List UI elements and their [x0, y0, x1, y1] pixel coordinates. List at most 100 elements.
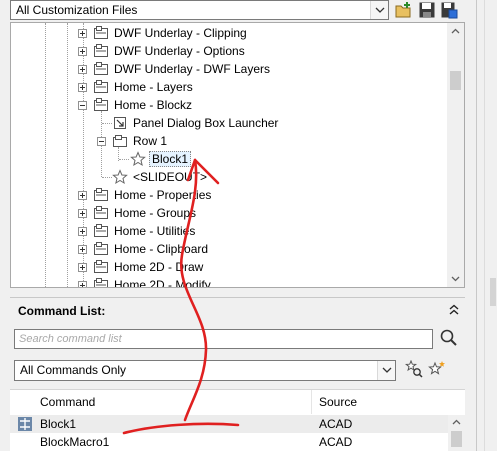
ribbon-panel-icon — [93, 187, 109, 203]
expand-icon[interactable] — [78, 245, 87, 254]
command-list-title: Command List: — [18, 304, 106, 318]
ribbon-panel-icon — [93, 259, 109, 275]
command-search-box[interactable] — [14, 329, 433, 349]
table-row[interactable]: BlockMacro1 ACAD — [10, 433, 448, 451]
tree-item[interactable]: Row 1 — [11, 132, 441, 150]
search-icon[interactable] — [439, 328, 459, 348]
column-header-command[interactable]: Command — [10, 390, 312, 414]
ribbon-panel-icon — [93, 97, 109, 113]
command-icon — [17, 416, 33, 432]
column-header-source[interactable]: Source — [312, 390, 448, 414]
command-search-input[interactable] — [15, 330, 432, 348]
new-command-icon[interactable] — [428, 360, 446, 378]
tree-item[interactable]: Home - Utilities — [11, 222, 441, 240]
tree-guide-line — [102, 123, 112, 124]
adjacent-panel-edge — [476, 0, 477, 451]
ribbon-panel-icon — [93, 25, 109, 41]
dialog-launcher-icon — [112, 115, 128, 131]
tree-item-label: Home - Blockz — [114, 98, 193, 112]
tree-item-selected[interactable]: Block1 — [11, 150, 441, 168]
tree-item-label: Block1 — [149, 151, 192, 167]
column-header-label: Command — [40, 395, 96, 409]
tree-item[interactable]: Panel Dialog Box Launcher — [11, 114, 441, 132]
tree-item[interactable]: Home - Groups — [11, 204, 441, 222]
tree-guide-line — [119, 159, 129, 160]
tree-item-label: Home - Layers — [114, 80, 193, 94]
tree-item-label: Home 2D - Draw — [114, 260, 204, 274]
column-header-label: Source — [319, 395, 358, 409]
tree-item-label: DWF Underlay - DWF Layers — [114, 62, 271, 76]
customization-file-select-value: All Customization Files — [16, 3, 138, 17]
open-file-icon[interactable] — [395, 1, 413, 19]
ribbon-panel-icon — [93, 241, 109, 257]
command-name: Block1 — [40, 417, 77, 431]
tree-item-label: Home - Groups — [114, 206, 197, 220]
ribbon-panel-icon — [93, 43, 109, 59]
scroll-up-arrow-icon[interactable] — [448, 415, 465, 429]
tree-scrollbar-thumb[interactable] — [450, 71, 461, 90]
table-row[interactable]: Block1 ACAD — [10, 415, 448, 433]
expand-icon[interactable] — [78, 65, 87, 74]
tree-item[interactable]: Home - Blockz — [11, 96, 441, 114]
tree-scrollbar[interactable] — [447, 23, 464, 287]
collapse-icon[interactable] — [78, 101, 87, 110]
command-source: ACAD — [319, 435, 353, 449]
tree-item[interactable]: Home 2D - Draw — [11, 258, 441, 276]
tree-item[interactable]: DWF Underlay - Clipping — [11, 24, 441, 42]
expand-icon[interactable] — [78, 47, 87, 56]
tree-item-label: Home - Properties — [114, 188, 212, 202]
tree-guide-line — [102, 177, 112, 178]
expand-icon[interactable] — [78, 227, 87, 236]
tree-item[interactable]: Home - Layers — [11, 78, 441, 96]
command-name: BlockMacro1 — [40, 435, 110, 449]
customization-tree[interactable]: DWF Underlay - Clipping DWF Underlay - O… — [10, 22, 465, 288]
tree-item-label: Home - Utilities — [114, 224, 196, 238]
tree-item-label: <SLIDEOUT> — [133, 170, 208, 184]
tree-item[interactable]: Home - Properties — [11, 186, 441, 204]
command-table-scrollbar-thumb[interactable] — [451, 431, 462, 447]
ribbon-panel-icon — [93, 79, 109, 95]
customization-file-select[interactable]: All Customization Files — [10, 0, 389, 20]
tree-item-label: Home 2D - Modify — [114, 278, 211, 288]
command-source: ACAD — [319, 417, 353, 431]
tree-item-label: DWF Underlay - Options — [114, 44, 245, 58]
command-filter-select-value: All Commands Only — [20, 363, 127, 377]
tree-item[interactable]: Home - Clipboard — [11, 240, 441, 258]
expand-icon[interactable] — [78, 29, 87, 38]
command-table-scrollbar[interactable] — [448, 415, 465, 451]
tree-item[interactable]: Home 2D - Modify — [11, 276, 441, 288]
tree-item-label: Row 1 — [133, 134, 168, 148]
scroll-up-arrow-icon[interactable] — [447, 23, 464, 40]
chevron-down-icon[interactable] — [370, 1, 388, 19]
tree-item-label: DWF Underlay - Clipping — [114, 26, 247, 40]
tree-item[interactable]: <SLIDEOUT> — [11, 168, 441, 186]
star-icon — [112, 169, 128, 185]
ribbon-row-icon — [112, 133, 128, 149]
adjacent-panel-scrollbar-thumb — [490, 278, 496, 306]
ribbon-panel-icon — [93, 277, 109, 287]
expand-icon[interactable] — [78, 263, 87, 272]
command-list-header: Command List: — [10, 297, 465, 321]
tree-item-label: Panel Dialog Box Launcher — [133, 116, 279, 130]
command-table[interactable]: Command Source Block1 ACAD BlockMacro1 A… — [10, 389, 465, 451]
expand-icon[interactable] — [78, 209, 87, 218]
collapse-up-icon[interactable] — [447, 303, 461, 317]
save-icon[interactable] — [418, 1, 436, 19]
chevron-down-icon[interactable] — [377, 361, 395, 380]
ribbon-panel-icon — [93, 223, 109, 239]
adjacent-panel-scrollbar — [484, 0, 497, 451]
collapse-icon[interactable] — [97, 137, 106, 146]
tree-item-label: Home - Clipboard — [114, 242, 209, 256]
ribbon-panel-icon — [93, 205, 109, 221]
expand-icon[interactable] — [78, 191, 87, 200]
expand-icon[interactable] — [78, 83, 87, 92]
command-filter-select[interactable]: All Commands Only — [14, 360, 396, 381]
star-icon — [130, 151, 146, 167]
tree-item[interactable]: DWF Underlay - DWF Layers — [11, 60, 441, 78]
scroll-down-arrow-icon[interactable] — [447, 270, 464, 287]
tree-item[interactable]: DWF Underlay - Options — [11, 42, 441, 60]
expand-icon[interactable] — [78, 281, 87, 287]
find-command-icon[interactable] — [404, 359, 423, 378]
save-as-icon[interactable] — [440, 1, 458, 19]
ribbon-panel-icon — [93, 61, 109, 77]
